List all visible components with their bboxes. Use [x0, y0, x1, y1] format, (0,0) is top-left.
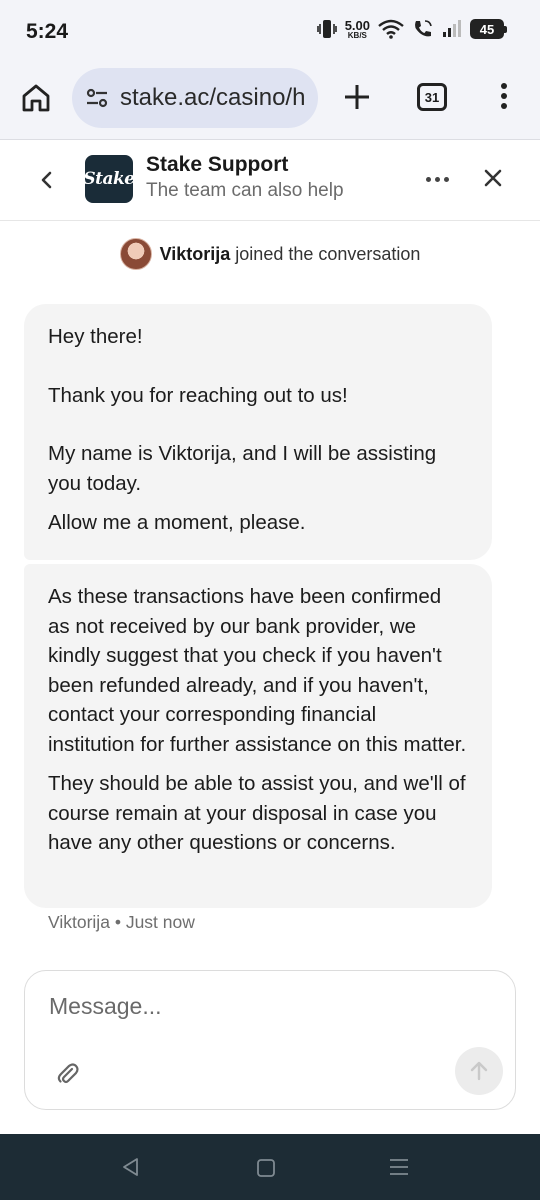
site-settings-icon[interactable] — [84, 85, 110, 111]
paperclip-icon[interactable] — [55, 1061, 81, 1087]
joined-text: Viktorija joined the conversation — [160, 244, 421, 265]
message-input[interactable] — [49, 993, 469, 1020]
status-time: 5:24 — [26, 20, 69, 43]
message-meta: Viktorija • Just now — [48, 912, 195, 933]
nav-recents-icon[interactable] — [388, 1156, 410, 1178]
signal-icon — [442, 19, 462, 39]
nav-back-icon[interactable] — [120, 1156, 142, 1178]
url-text: stake.ac/casino/h — [120, 84, 306, 111]
message-paragraph: As these transactions have been confirme… — [48, 585, 467, 756]
home-icon[interactable] — [20, 82, 52, 114]
wifi-icon — [378, 19, 404, 39]
stake-logo: Stake — [83, 155, 135, 203]
network-speed: 5.00 KB/S — [345, 19, 370, 40]
message-paragraph: They should be able to assist you, and w… — [48, 772, 466, 854]
chat-header: Stake Stake Support The team can also he… — [0, 141, 540, 221]
chevron-left-icon[interactable] — [36, 169, 58, 191]
joined-label: joined the conversation — [235, 243, 421, 264]
message-bubble: Hey there! Thank you for reaching out to… — [24, 304, 492, 560]
network-speed-value: 5.00 — [344, 17, 370, 33]
more-horiz-icon[interactable] — [426, 177, 449, 182]
plus-icon[interactable] — [342, 82, 372, 112]
vibrate-icon — [316, 18, 337, 40]
agent-name: Viktorija — [159, 243, 231, 264]
browser-toolbar: stake.ac/casino/h 31 — [0, 62, 540, 140]
battery-icon: 45 — [470, 19, 507, 39]
send-button[interactable] — [455, 1047, 503, 1095]
address-bar[interactable]: stake.ac/casino/h — [72, 68, 318, 128]
chat-subtitle: The team can also help — [146, 180, 344, 201]
message-paragraph: My name is Viktorija, and I will be assi… — [48, 442, 437, 495]
message-composer — [24, 970, 516, 1110]
network-speed-unit: KB/S — [347, 30, 367, 40]
tabs-icon[interactable]: 31 — [417, 83, 447, 111]
avatar — [119, 238, 152, 270]
status-bar: 5:24 5.00 KB/S 45 — [0, 0, 540, 62]
nav-home-icon[interactable] — [256, 1158, 276, 1178]
message-paragraph: Thank you for reaching out to us! — [48, 383, 348, 407]
wifi-calling-icon — [412, 18, 434, 40]
message-bubble: As these transactions have been confirme… — [24, 564, 492, 908]
arrow-up-icon — [470, 1061, 488, 1081]
status-icons: 5.00 KB/S 45 — [316, 18, 507, 40]
message-time: Just now — [125, 912, 195, 932]
message-paragraph: Hey there! — [48, 325, 143, 348]
joined-notice: Viktorija joined the conversation — [0, 238, 540, 270]
meta-separator: • — [114, 912, 121, 932]
close-icon[interactable] — [482, 167, 504, 189]
more-vert-icon[interactable] — [492, 80, 516, 112]
chat-title: Stake Support — [146, 153, 289, 176]
message-paragraph: Allow me a moment, please. — [48, 511, 306, 534]
message-author: Viktorija — [48, 912, 110, 932]
system-nav-bar — [0, 1134, 540, 1200]
